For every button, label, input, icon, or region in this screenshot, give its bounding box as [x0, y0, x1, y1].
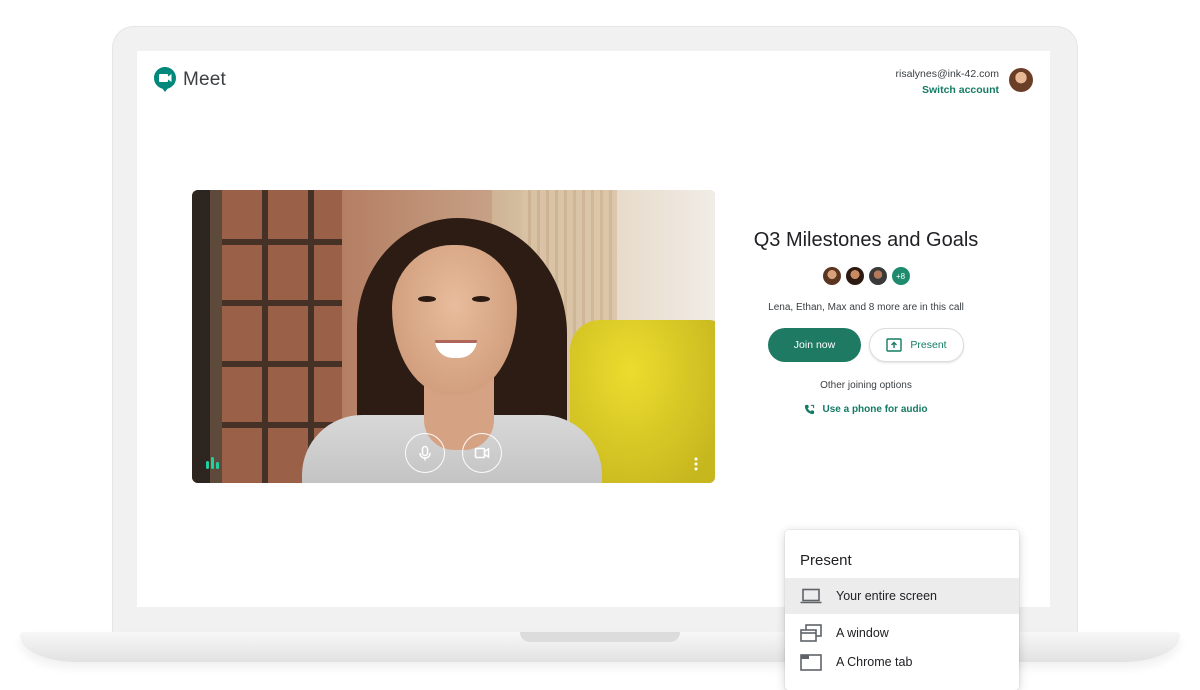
present-menu: Present Your entire screen A window A Ch…: [785, 530, 1019, 690]
video-preview: [192, 190, 715, 483]
participant-avatars: +8: [737, 267, 995, 285]
user-avatar[interactable]: [1009, 68, 1033, 92]
camera-icon: [474, 447, 490, 459]
in-call-text: Lena, Ethan, Max and 8 more are in this …: [768, 302, 964, 313]
phone-icon: [805, 404, 815, 415]
window-icon: [800, 624, 822, 642]
phone-audio-label: Use a phone for audio: [822, 404, 928, 415]
participant-avatar: [868, 267, 887, 285]
present-menu-title: Present: [800, 552, 852, 569]
join-now-button[interactable]: Join now: [768, 328, 861, 362]
participant-avatar: [845, 267, 864, 285]
meet-logo: Meet: [153, 66, 226, 93]
participant-avatar: [822, 267, 841, 285]
meeting-info: Q3 Milestones and Goals +8 Lena, Ethan, …: [737, 229, 995, 415]
present-entire-screen-option[interactable]: Your entire screen: [785, 578, 1019, 614]
present-button-label: Present: [910, 339, 947, 351]
account-info: risalynes@ink-42.com Switch account: [896, 68, 999, 96]
laptop-icon: [800, 588, 822, 604]
more-participants-badge: +8: [891, 267, 910, 285]
switch-account-link[interactable]: Switch account: [896, 84, 999, 96]
audio-level-icon: [206, 457, 219, 469]
present-option-label: A Chrome tab: [836, 655, 913, 669]
more-vert-icon[interactable]: [691, 456, 701, 472]
present-to-all-icon: [886, 338, 903, 352]
join-buttons: Join now Present: [737, 328, 995, 362]
present-option-label: A window: [836, 626, 889, 640]
mic-icon: [419, 445, 431, 461]
other-joining-options: Other joining options: [820, 380, 912, 391]
present-option-label: Your entire screen: [836, 589, 937, 603]
person-eye-left: [418, 296, 436, 302]
meeting-title: Q3 Milestones and Goals: [753, 229, 979, 251]
account-email: risalynes@ink-42.com: [895, 68, 999, 80]
laptop-notch: [520, 632, 680, 642]
person-eye-right: [472, 296, 490, 302]
meet-screen: Meet risalynes@ink-42.com Switch account: [137, 51, 1050, 607]
mic-toggle-button[interactable]: [405, 433, 445, 473]
present-button[interactable]: Present: [869, 328, 964, 362]
tab-icon: [800, 654, 822, 671]
phone-audio-link[interactable]: Use a phone for audio: [737, 404, 995, 415]
camera-toggle-button[interactable]: [462, 433, 502, 473]
app-name: Meet: [183, 68, 227, 90]
meet-logo-icon: [154, 67, 176, 92]
